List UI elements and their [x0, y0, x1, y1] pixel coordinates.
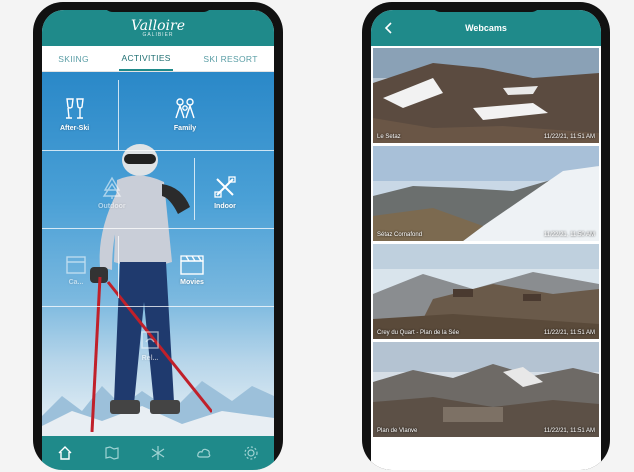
relax-icon — [141, 331, 159, 349]
grid-divider — [194, 158, 195, 220]
grid-divider — [42, 150, 274, 151]
brand-subtitle: GALIBIER — [142, 31, 174, 38]
tab-activities[interactable]: ACTIVITIES — [119, 46, 173, 71]
webcam-image — [373, 48, 599, 143]
tile-after-ski[interactable]: After-Ski — [60, 96, 89, 132]
tile-label: Indoor — [214, 203, 236, 210]
phone-notch — [431, 2, 541, 12]
activities-hero: After-Ski Family Outdoor Indoor Ca... Mo… — [42, 72, 274, 436]
tile-indoor[interactable]: Indoor — [212, 174, 238, 210]
grid-divider — [42, 306, 274, 307]
webcam-item[interactable]: Plan de Vlanve 11/22/21, 11:51 AM — [373, 342, 599, 437]
grid-divider — [42, 228, 274, 229]
webcam-item[interactable]: Crey du Quart - Plan de la Sée 11/22/21,… — [373, 244, 599, 339]
webcam-name: Sétaz Cornafond — [377, 232, 423, 238]
settings-icon[interactable] — [240, 442, 262, 464]
bottom-nav — [42, 436, 274, 470]
webcam-timestamp: 11/22/21, 11:51 AM — [543, 428, 595, 434]
grid-divider — [118, 80, 119, 150]
back-button[interactable] — [379, 18, 399, 38]
brand-name: Valloire — [130, 17, 185, 34]
webcam-timestamp: 11/22/21, 11:50 AM — [543, 232, 595, 238]
phone-notch — [103, 2, 213, 12]
tree-icon — [102, 176, 122, 199]
tile-label: Rel... — [141, 355, 159, 362]
map-icon[interactable] — [101, 442, 123, 464]
webcam-image — [373, 342, 599, 437]
weather-icon[interactable] — [193, 442, 215, 464]
webcam-timestamp: 11/22/21, 11:51 AM — [543, 134, 595, 140]
webcams-screen: Webcams Le Setaz 11/22/21, 11:51 AM Séta… — [371, 10, 601, 470]
page-title: Webcams — [465, 23, 507, 33]
webcam-image — [373, 146, 599, 241]
tab-skiing[interactable]: SKIING — [56, 46, 91, 71]
section-tabs: SKIING ACTIVITIES SKI RESORT — [42, 46, 274, 72]
app-header: Webcams — [371, 10, 601, 46]
champagne-glasses-icon — [65, 98, 84, 119]
tile-calendar[interactable]: Ca... — [64, 252, 88, 286]
webcam-list: Le Setaz 11/22/21, 11:51 AM Sétaz Cornaf… — [373, 48, 599, 470]
webcam-name: Le Setaz — [377, 134, 401, 140]
app-header: Valloire GALIBIER — [42, 10, 274, 46]
tile-family[interactable]: Family — [172, 96, 198, 132]
tab-ski-resort[interactable]: SKI RESORT — [201, 46, 259, 71]
webcam-name: Plan de Vlanve — [377, 428, 418, 434]
phone-frame-activities: Valloire GALIBIER SKIING ACTIVITIES SKI … — [33, 2, 283, 470]
snowflake-icon[interactable] — [147, 442, 169, 464]
brand-logo[interactable]: Valloire GALIBIER — [131, 19, 185, 38]
activities-screen: Valloire GALIBIER SKIING ACTIVITIES SKI … — [42, 10, 274, 470]
indoor-icon — [214, 176, 236, 198]
tile-label: Family — [173, 125, 197, 132]
webcam-item[interactable]: Sétaz Cornafond 11/22/21, 11:50 AM — [373, 146, 599, 241]
tile-movies[interactable]: Movies — [178, 252, 206, 286]
webcam-image — [373, 244, 599, 339]
app-store-screenshot: Valloire GALIBIER SKIING ACTIVITIES SKI … — [0, 0, 634, 472]
home-icon[interactable] — [54, 442, 76, 464]
webcam-item[interactable]: Le Setaz 11/22/21, 11:51 AM — [373, 48, 599, 143]
tile-relax[interactable]: Rel... — [138, 328, 162, 362]
tile-outdoor[interactable]: Outdoor — [98, 176, 126, 210]
webcam-timestamp: 11/22/21, 11:51 AM — [543, 330, 595, 336]
clapperboard-icon — [180, 255, 204, 275]
tile-label: Outdoor — [98, 203, 126, 210]
calendar-icon — [66, 256, 86, 274]
family-icon — [175, 98, 195, 119]
chevron-left-icon — [384, 22, 392, 34]
tile-label: Movies — [180, 279, 204, 286]
tile-label: Ca... — [68, 279, 84, 286]
webcam-name: Crey du Quart - Plan de la Sée — [377, 330, 460, 336]
phone-frame-webcams: Webcams Le Setaz 11/22/21, 11:51 AM Séta… — [362, 2, 610, 470]
grid-divider — [118, 236, 119, 298]
tile-label: After-Ski — [60, 125, 90, 132]
